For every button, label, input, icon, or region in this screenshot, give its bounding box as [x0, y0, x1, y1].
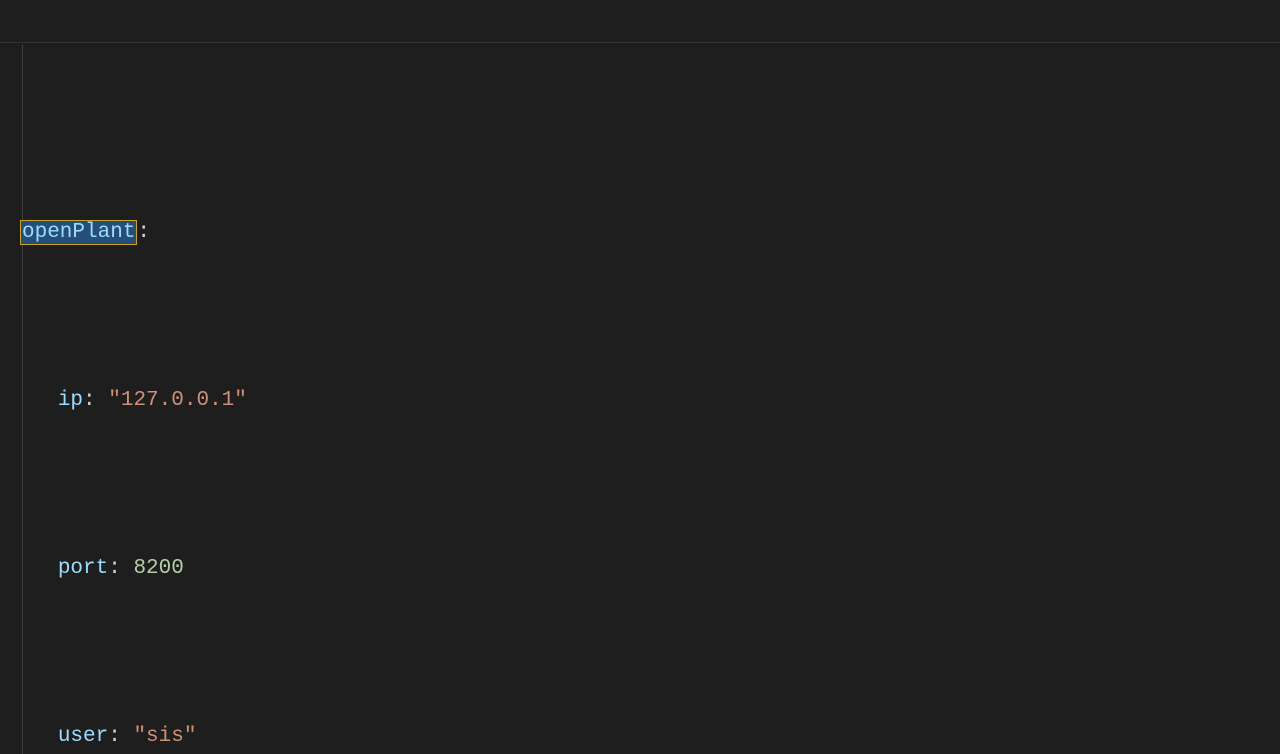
yaml-key: ip [58, 389, 83, 412]
yaml-key: port [58, 557, 108, 580]
yaml-key: user [58, 725, 108, 748]
selected-word[interactable]: openPlant [20, 220, 137, 245]
editor-ruler [0, 42, 1280, 43]
yaml-value: 8200 [133, 557, 183, 580]
code-line[interactable]: port: 8200 [20, 548, 1280, 590]
colon: : [137, 221, 150, 244]
code-line[interactable]: user: "sis" [20, 716, 1280, 754]
code-editor[interactable]: openPlant: ip: "127.0.0.1" port: 8200 us… [0, 0, 1280, 754]
yaml-value: "127.0.0.1" [108, 389, 247, 412]
code-line[interactable]: openPlant: [20, 212, 1280, 254]
code-line[interactable]: ip: "127.0.0.1" [20, 380, 1280, 422]
yaml-value: "sis" [133, 725, 196, 748]
